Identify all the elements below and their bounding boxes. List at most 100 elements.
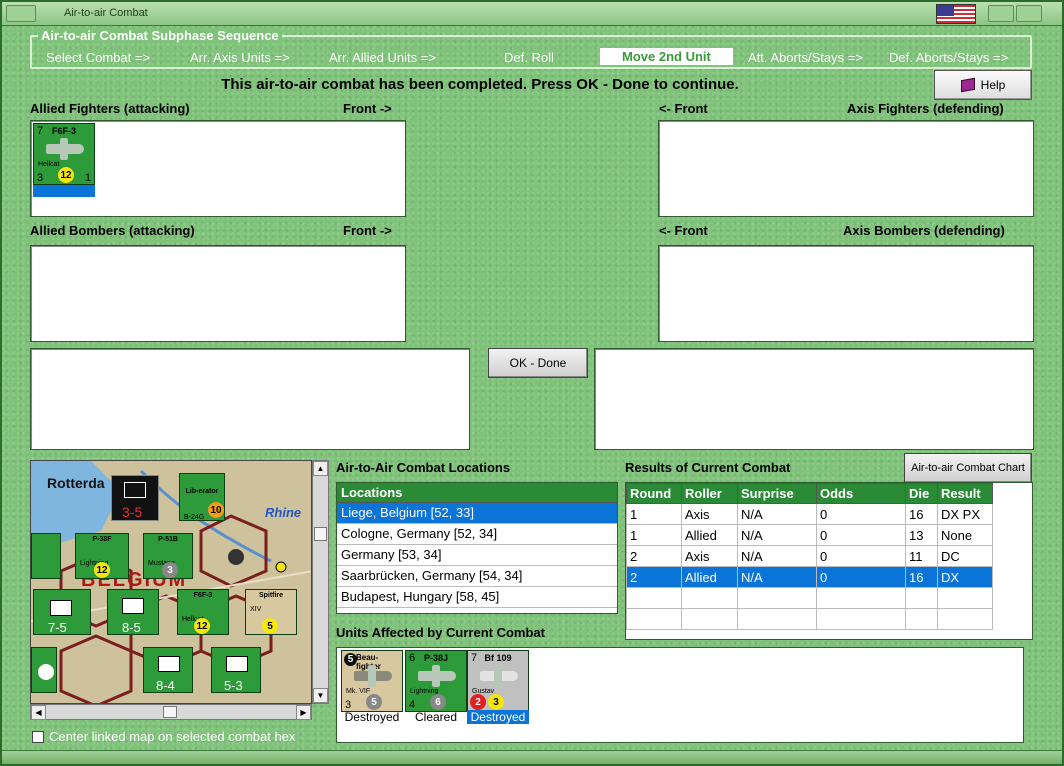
table-row[interactable]: 1 Axis N/A 0 16 DX PX	[626, 503, 993, 525]
center-map-checkbox[interactable]	[32, 730, 44, 743]
counter-subname: Hellcat	[38, 161, 60, 168]
cell: Allied	[681, 566, 738, 588]
cell: 2	[626, 566, 682, 588]
map-counter-edge-2[interactable]	[31, 647, 57, 693]
affected-unit-beaufighter[interactable]: 5 Beau-fighter Mk. VIF 3 5	[341, 650, 403, 712]
selection-highlight	[33, 185, 95, 197]
scroll-up-arrow-icon[interactable]: ▲	[313, 461, 328, 476]
map-ground-unit-4[interactable]: 5-3	[211, 647, 261, 693]
phase-move-2nd-unit: Move 2nd Unit	[600, 48, 733, 65]
cell: DX	[937, 566, 993, 588]
results-table-box[interactable]: Round Roller Surprise Odds Die Result 1 …	[625, 482, 1033, 640]
map-horizontal-scrollbar[interactable]: ◀ ▶	[30, 704, 312, 720]
unit-status: Destroyed	[344, 710, 400, 724]
map-ground-unit-3[interactable]: 8-4	[143, 647, 193, 693]
table-row	[626, 587, 993, 609]
units-affected-panel: 5 Beau-fighter Mk. VIF 3 5 Destroyed 6 P…	[336, 647, 1024, 743]
cell: 11	[905, 545, 938, 567]
vertical-scroll-thumb[interactable]	[314, 527, 327, 541]
unit-status: Cleared	[414, 710, 458, 724]
cell: N/A	[737, 503, 817, 525]
cell: 16	[905, 566, 938, 588]
combat-chart-button[interactable]: Air-to-air Combat Chart	[904, 453, 1032, 483]
map-counter-name: P-51B	[158, 536, 178, 543]
window-bottom-edge	[2, 750, 1062, 764]
title-bar: Air-to-air Combat	[2, 2, 1062, 26]
cell: 0	[816, 524, 906, 546]
col-die: Die	[905, 483, 938, 504]
scroll-right-arrow-icon[interactable]: ▶	[296, 705, 311, 720]
location-item[interactable]: Cologne, Germany [52, 34]	[337, 524, 617, 545]
map-counter-sub: XIV	[250, 606, 262, 613]
map-unit-black[interactable]: 3-5	[111, 475, 159, 521]
cell: DX PX	[937, 503, 993, 525]
locations-title: Air-to-Air Combat Locations	[336, 460, 511, 475]
map-counter-spitfire[interactable]: Spitfire XIV 5	[245, 589, 297, 635]
counter-value: 12	[58, 167, 74, 183]
unit-type-icon	[124, 482, 146, 498]
cell: N/A	[737, 566, 817, 588]
help-button[interactable]: Help	[934, 70, 1032, 100]
affected-unit-p38j[interactable]: 6 P-38J Lightning 4 6	[405, 650, 467, 712]
results-title: Results of Current Combat	[625, 460, 791, 475]
map-ground-unit-2[interactable]: 8-5	[107, 589, 159, 635]
unit-sub: Mk. VIF	[346, 688, 371, 695]
center-map-option[interactable]: Center linked map on selected combat hex	[32, 729, 295, 744]
location-item[interactable]: Budapest, Hungary [58, 45]	[337, 587, 617, 608]
scroll-down-arrow-icon[interactable]: ▼	[313, 688, 328, 703]
map-counter-f6f3[interactable]: F6F-3 Hellcat 12	[177, 589, 229, 635]
counter-bottom-right: 1	[84, 172, 91, 184]
col-round: Round	[626, 483, 682, 504]
close-button[interactable]	[1016, 5, 1042, 22]
axis-fighters-front: <- Front	[659, 101, 708, 116]
axis-fighters-panel[interactable]	[658, 120, 1034, 217]
table-row[interactable]: 1 Allied N/A 0 13 None	[626, 524, 993, 546]
map-counter-p51b[interactable]: P-51B Mustang 3	[143, 533, 193, 579]
map-counter-name: Lib-erator	[185, 488, 219, 495]
horizontal-scroll-thumb[interactable]	[163, 706, 177, 718]
cell: Axis	[681, 545, 738, 567]
map-vertical-scrollbar[interactable]: ▲ ▼	[312, 460, 329, 704]
map-ground-unit-1[interactable]: 7-5	[33, 589, 91, 635]
axis-info-panel	[594, 348, 1034, 450]
results-table: Round Roller Surprise Odds Die Result 1 …	[626, 483, 993, 630]
cell: 16	[905, 503, 938, 525]
linked-map[interactable]: Rotterda Rhine BELGIUM 3-5 Lib-erator B-…	[30, 460, 312, 704]
map-counter-name: F6F-3	[193, 592, 213, 599]
allied-info-panel	[30, 348, 470, 450]
allied-fighter-counter[interactable]: 7 F6F-3 Hellcat 3 1 12	[33, 123, 95, 185]
unit-name: P-38J	[423, 653, 449, 663]
infantry-icon	[158, 656, 180, 672]
unit-value: 6	[430, 694, 446, 710]
scroll-left-arrow-icon[interactable]: ◀	[31, 705, 46, 720]
allied-fighters-panel[interactable]: 7 F6F-3 Hellcat 3 1 12	[30, 120, 406, 217]
table-row[interactable]: 2 Allied N/A 0 16 DX	[626, 566, 993, 588]
map-counter-value: 12	[194, 618, 210, 634]
system-menu-button[interactable]	[6, 5, 36, 22]
axis-fighters-title: Axis Fighters (defending)	[847, 101, 1004, 116]
map-counter-p38f[interactable]: P-38F Lightning 12	[75, 533, 129, 579]
cell: 0	[816, 566, 906, 588]
allied-fighters-front: Front ->	[343, 101, 392, 116]
unit-value: 5-3	[224, 678, 243, 693]
axis-bombers-panel[interactable]	[658, 245, 1034, 342]
ok-done-button[interactable]: OK - Done	[488, 348, 588, 378]
location-item[interactable]: Germany [53, 34]	[337, 545, 617, 566]
affected-unit-bf109[interactable]: 7 Bf 109 Gustav 2 3	[467, 650, 529, 712]
locations-list[interactable]: Locations Liege, Belgium [52, 33] Cologn…	[336, 482, 618, 614]
counter-name: F6F-3	[51, 126, 76, 136]
plane-icon	[46, 138, 84, 160]
minimize-button[interactable]	[988, 5, 1014, 22]
map-counter-value: 12	[94, 562, 110, 578]
phase-arrange-allied: Arr. Allied Units =>	[329, 50, 436, 65]
locations-header: Locations	[337, 483, 617, 503]
map-counter-edge[interactable]	[31, 533, 61, 579]
location-item[interactable]: Saarbrücken, Germany [54, 34]	[337, 566, 617, 587]
allied-bombers-panel[interactable]	[30, 245, 406, 342]
unit-value: 7-5	[48, 620, 67, 635]
unit-value: 3	[488, 694, 504, 710]
location-item[interactable]: Liege, Belgium [52, 33]	[337, 503, 617, 524]
map-counter-liberator[interactable]: Lib-erator B-24G 10	[179, 473, 225, 521]
table-row[interactable]: 2 Axis N/A 0 11 DC	[626, 545, 993, 567]
infantry-icon	[226, 656, 248, 672]
